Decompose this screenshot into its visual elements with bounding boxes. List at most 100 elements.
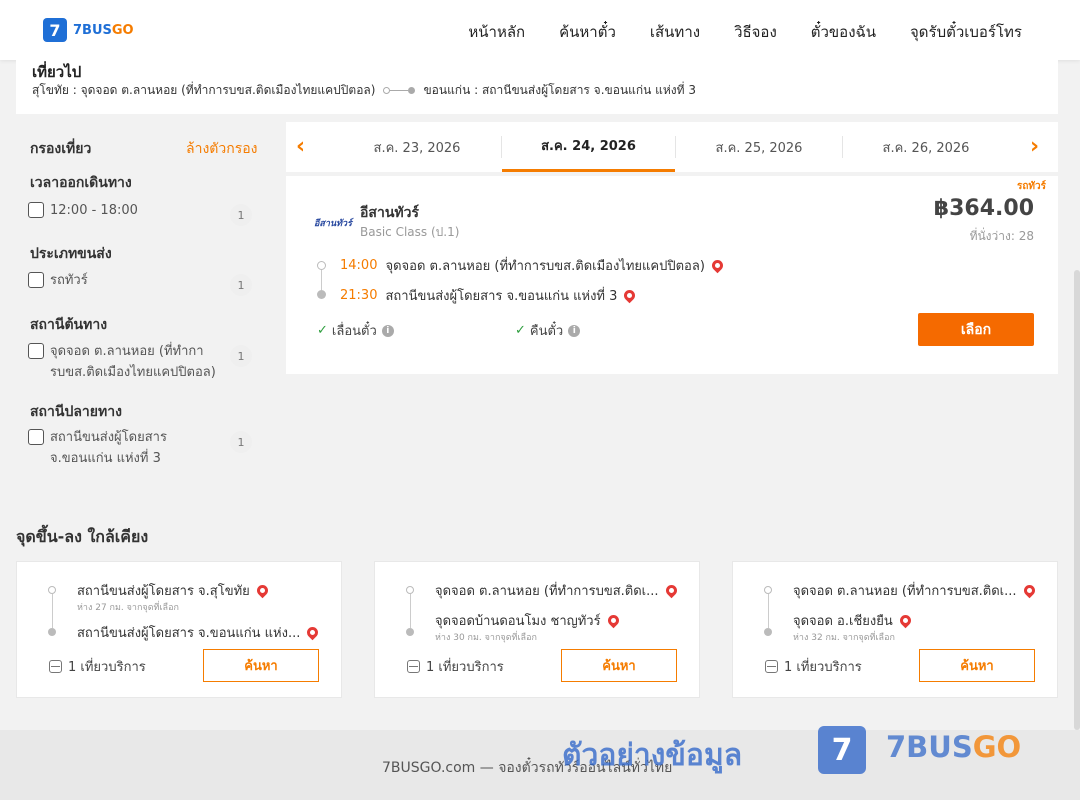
nearby-distance: ห่าง 30 กม. จากจุดที่เลือก bbox=[435, 633, 537, 643]
nearby-destination: จุดจอด อ.เชียงยืน bbox=[793, 610, 914, 631]
logo-text-b: GO bbox=[111, 22, 134, 38]
filter-option-transport-type[interactable]: รถทัวร์ 1 bbox=[28, 270, 256, 296]
timeline-line bbox=[410, 594, 411, 628]
logo-text-a: 7BUS bbox=[73, 22, 112, 38]
filter-option-label: จุดจอด ต.ลานหอย (ที่ทำการบขส.ติดเมืองไทย… bbox=[50, 344, 216, 380]
timeline-end-dot bbox=[48, 628, 56, 636]
prev-date-chevron-icon[interactable]: ‹ bbox=[296, 134, 305, 159]
nav-my-tickets[interactable]: ตั๋วของฉัน bbox=[811, 20, 876, 44]
checkbox[interactable] bbox=[28, 429, 44, 445]
trip-summary: เที่ยวไป สุโขทัย : จุดจอด ต.ลานหอย (ที่ท… bbox=[16, 60, 1058, 114]
date-tab[interactable]: ส.ค. 25, 2026 bbox=[675, 122, 843, 172]
watermark-text: ตัวอย่างข้อมูล bbox=[562, 738, 743, 773]
refund-feature: ✓ คืนตั๋ว i bbox=[515, 320, 581, 341]
next-date-chevron-icon[interactable]: › bbox=[1030, 134, 1039, 159]
date-tab[interactable]: ส.ค. 23, 2026 bbox=[333, 122, 501, 172]
checkbox[interactable] bbox=[28, 343, 44, 359]
info-icon[interactable]: i bbox=[381, 324, 394, 337]
nearby-distance: ห่าง 27 กม. จากจุดที่เลือก bbox=[77, 603, 179, 613]
check-icon: ✓ bbox=[515, 323, 526, 338]
clear-filter-link[interactable]: ล้างตัวกรอง bbox=[186, 138, 257, 160]
timeline-line bbox=[52, 594, 53, 628]
seat-class: Basic Class (ป.1) bbox=[360, 225, 460, 239]
timeline-start-dot bbox=[406, 586, 414, 594]
filter-option-destination-station[interactable]: สถานีขนส่งผู้โดยสาร จ.ขอนแก่น แห่งที่ 3 … bbox=[28, 427, 256, 469]
filter-option-departure-time[interactable]: 12:00 - 18:00 1 bbox=[28, 200, 256, 226]
nav-routes[interactable]: เส้นทาง bbox=[650, 20, 700, 44]
nearby-card: จุดจอด ต.ลานหอย (ที่ทำการบขส.ติดเ... จุด… bbox=[732, 561, 1058, 698]
timeline-start-dot bbox=[48, 586, 56, 594]
filter-title: กรองเที่ยว bbox=[30, 141, 92, 157]
nav-ticket-pickup[interactable]: จุดรับตั๋วเบอร์โทร bbox=[910, 20, 1022, 44]
map-pin-icon[interactable] bbox=[1021, 582, 1037, 599]
filter-option-count: 1 bbox=[230, 204, 252, 226]
checkbox[interactable] bbox=[28, 202, 44, 218]
map-pin-icon[interactable] bbox=[663, 582, 679, 599]
main-nav: หน้าหลัก ค้นหาตั๋ว เส้นทาง วิธีจอง ตั๋วข… bbox=[468, 20, 1022, 44]
nearby-trips-label: 1 เที่ยวบริการ bbox=[784, 660, 862, 675]
map-pin-icon[interactable] bbox=[622, 287, 638, 304]
map-pin-icon[interactable] bbox=[897, 612, 914, 629]
operator-logo: อีสานทัวร์ bbox=[314, 219, 352, 229]
nearby-destination: สถานีขนส่งผู้โดยสาร จ.ขอนแก่น แห่ง... bbox=[77, 622, 321, 643]
nearby-trips-label: 1 เที่ยวบริการ bbox=[426, 660, 504, 675]
timeline-end-dot bbox=[406, 628, 414, 636]
nearby-destination-name: จุดจอด อ.เชียงยืน bbox=[793, 614, 893, 629]
site-logo[interactable]: 7 7BUSGO bbox=[43, 18, 134, 42]
filter-section-destination-station: สถานีปลายทาง bbox=[30, 404, 122, 420]
trip-origin: สุโขทัย : จุดจอด ต.ลานหอย (ที่ทำการบขส.ต… bbox=[32, 83, 376, 97]
nearby-card: จุดจอด ต.ลานหอย (ที่ทำการบขส.ติดเ... จุด… bbox=[374, 561, 700, 698]
timeline-start-dot bbox=[764, 586, 772, 594]
operator-name: อีสานทัวร์ bbox=[360, 205, 419, 221]
watermark-logo-mark: 7 bbox=[818, 726, 866, 774]
vehicle-type-tag: รถทัวร์ bbox=[1016, 181, 1046, 192]
trip-destination: ขอนแก่น : สถานีขนส่งผู้โดยสาร จ.ขอนแก่น … bbox=[423, 83, 697, 97]
nearby-destination: จุดจอดบ้านดอนโมง ชาญทัวร์ bbox=[435, 610, 621, 631]
nearby-origin: จุดจอด ต.ลานหอย (ที่ทำการบขส.ติดเ... bbox=[793, 580, 1037, 601]
nearby-trips: 1 เที่ยวบริการ bbox=[765, 656, 862, 677]
checkbox[interactable] bbox=[28, 272, 44, 288]
route-arrow-icon bbox=[383, 87, 416, 94]
nearby-origin-name: สถานีขนส่งผู้โดยสาร จ.สุโขทัย bbox=[77, 584, 250, 599]
nearby-distance: ห่าง 32 กม. จากจุดที่เลือก bbox=[793, 633, 895, 643]
nearby-card: สถานีขนส่งผู้โดยสาร จ.สุโขทัย ห่าง 27 กม… bbox=[16, 561, 342, 698]
nearby-search-button[interactable]: ค้นหา bbox=[561, 649, 677, 682]
nearby-title: จุดขึ้น-ลง ใกล้เคียง bbox=[16, 527, 149, 546]
available-seats: ที่นั่งว่าง: 28 bbox=[969, 229, 1034, 243]
scrollbar[interactable] bbox=[1074, 270, 1080, 730]
trip-result-card: รถทัวร์ อีสานทัวร์ อีสานทัวร์ Basic Clas… bbox=[286, 176, 1058, 374]
bus-icon bbox=[407, 660, 420, 673]
departure-stop-name: จุดจอด ต.ลานหอย (ที่ทำการบขส.ติดเมืองไทย… bbox=[385, 259, 705, 274]
timeline-end-dot bbox=[317, 290, 326, 299]
departure-time: 14:00 bbox=[340, 258, 378, 273]
date-tab-active[interactable]: ส.ค. 24, 2026 bbox=[502, 122, 675, 172]
nearby-search-button[interactable]: ค้นหา bbox=[919, 649, 1035, 682]
filter-option-origin-station[interactable]: จุดจอด ต.ลานหอย (ที่ทำการบขส.ติดเมืองไทย… bbox=[28, 341, 256, 383]
map-pin-icon[interactable] bbox=[305, 624, 321, 641]
top-navbar: 7 7BUSGO หน้าหลัก ค้นหาตั๋ว เส้นทาง วิธี… bbox=[0, 0, 1080, 60]
map-pin-icon[interactable] bbox=[605, 612, 621, 629]
trip-route: สุโขทัย : จุดจอด ต.ลานหอย (ที่ทำการบขส.ต… bbox=[32, 81, 696, 100]
nearby-trips-label: 1 เที่ยวบริการ bbox=[68, 660, 146, 675]
map-pin-icon[interactable] bbox=[254, 582, 271, 599]
timeline-end-dot bbox=[764, 628, 772, 636]
arrival-time: 21:30 bbox=[340, 288, 378, 303]
nav-search-ticket[interactable]: ค้นหาตั๋ว bbox=[559, 20, 616, 44]
bus-icon bbox=[765, 660, 778, 673]
map-pin-icon[interactable] bbox=[709, 257, 726, 274]
filter-section-origin-station: สถานีต้นทาง bbox=[30, 317, 108, 333]
nav-home[interactable]: หน้าหลัก bbox=[468, 20, 525, 44]
filter-option-label: สถานีขนส่งผู้โดยสาร จ.ขอนแก่น แห่งที่ 3 bbox=[50, 430, 167, 466]
filter-option-count: 1 bbox=[230, 345, 252, 367]
nearby-trips: 1 เที่ยวบริการ bbox=[49, 656, 146, 677]
arrival-stop-name: สถานีขนส่งผู้โดยสาร จ.ขอนแก่น แห่งที่ 3 bbox=[385, 289, 618, 304]
nearby-destination-name: สถานีขนส่งผู้โดยสาร จ.ขอนแก่น แห่ง... bbox=[77, 626, 301, 641]
watermark-name-a: 7BUS bbox=[886, 730, 973, 764]
date-tab[interactable]: ส.ค. 26, 2026 bbox=[842, 122, 1010, 172]
arrival-stop: 21:30 สถานีขนส่งผู้โดยสาร จ.ขอนแก่น แห่ง… bbox=[340, 285, 638, 306]
info-icon[interactable]: i bbox=[568, 324, 581, 337]
nearby-trips: 1 เที่ยวบริการ bbox=[407, 656, 504, 677]
nearby-search-button[interactable]: ค้นหา bbox=[203, 649, 319, 682]
select-trip-button[interactable]: เลือก bbox=[918, 313, 1034, 346]
nav-how-to-book[interactable]: วิธีจอง bbox=[734, 20, 777, 44]
